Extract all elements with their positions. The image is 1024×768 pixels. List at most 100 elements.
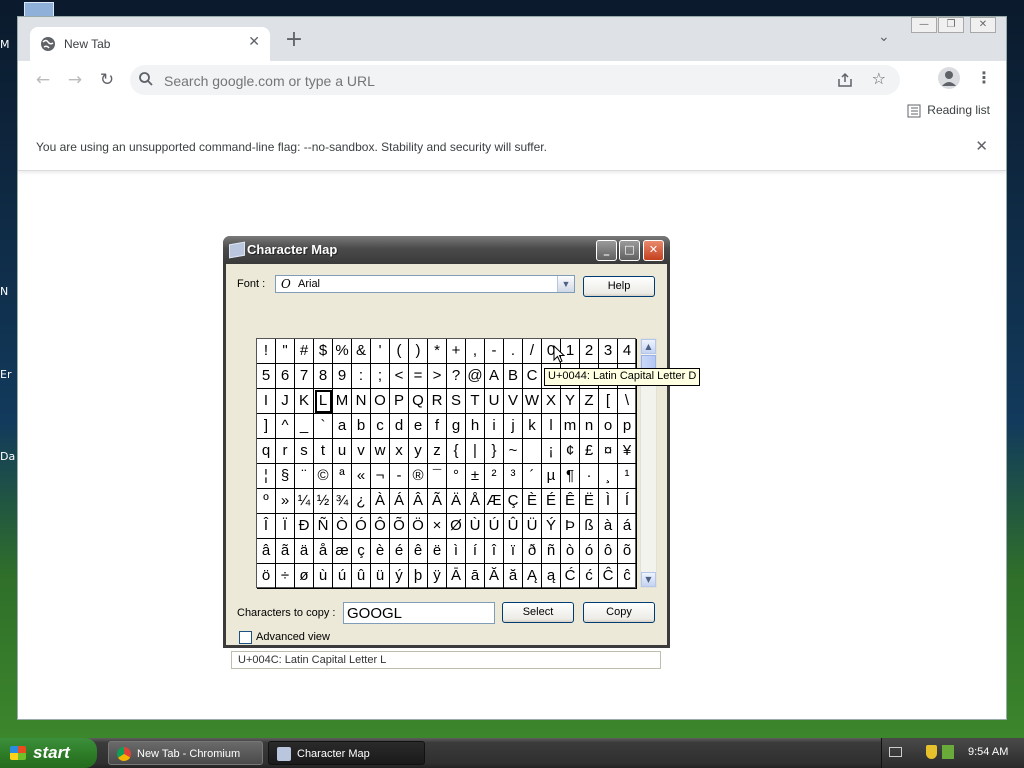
char-cell[interactable]: } — [485, 439, 504, 464]
char-cell[interactable]: ĉ — [618, 564, 637, 589]
char-cell[interactable]: Ć — [561, 564, 580, 589]
char-cell[interactable]: r — [276, 439, 295, 464]
char-cell[interactable]: ~ — [504, 439, 523, 464]
char-cell[interactable]: f — [428, 414, 447, 439]
char-cell[interactable]: ó — [580, 539, 599, 564]
char-cell[interactable]: Z — [580, 389, 599, 414]
char-cell[interactable]: M — [333, 389, 352, 414]
char-cell[interactable]: c — [371, 414, 390, 439]
char-cell[interactable]: K — [295, 389, 314, 414]
char-cell[interactable]: § — [276, 464, 295, 489]
select-button[interactable]: Select — [502, 602, 574, 623]
char-cell[interactable]: w — [371, 439, 390, 464]
char-cell[interactable]: W — [523, 389, 542, 414]
scroll-down-icon[interactable]: ▼ — [641, 572, 656, 587]
close-tab-icon[interactable]: ✕ — [248, 34, 260, 50]
char-cell[interactable]: y — [409, 439, 428, 464]
char-cell[interactable]: _ — [295, 414, 314, 439]
char-cell[interactable]: A — [485, 364, 504, 389]
char-cell[interactable]: e — [409, 414, 428, 439]
char-cell[interactable]: ¥ — [618, 439, 637, 464]
char-cell[interactable]: ç — [352, 539, 371, 564]
char-cell[interactable]: ð — [523, 539, 542, 564]
keyboard-icon[interactable] — [889, 747, 902, 757]
charmap-minimize-button[interactable]: _ — [596, 240, 617, 261]
char-cell[interactable]: o — [599, 414, 618, 439]
char-cell[interactable]: : — [352, 364, 371, 389]
desktop-icon-label[interactable]: Er — [0, 368, 18, 381]
char-cell[interactable]: 2 — [580, 339, 599, 364]
scroll-up-icon[interactable]: ▲ — [641, 339, 656, 354]
char-cell[interactable]: % — [333, 339, 352, 364]
char-cell[interactable]: ¯ — [428, 464, 447, 489]
desktop-icon-label[interactable]: N — [0, 285, 18, 298]
char-cell[interactable]: Ñ — [314, 514, 333, 539]
char-cell[interactable]: - — [390, 464, 409, 489]
char-cell[interactable]: Ý — [542, 514, 561, 539]
char-cell[interactable]: ¶ — [561, 464, 580, 489]
desktop-icon-label[interactable]: M — [0, 38, 18, 51]
char-cell[interactable]: i — [485, 414, 504, 439]
char-cell[interactable]: ê — [409, 539, 428, 564]
char-cell[interactable]: & — [352, 339, 371, 364]
char-cell[interactable]: ) — [409, 339, 428, 364]
profile-avatar[interactable] — [938, 67, 960, 89]
char-cell[interactable]: þ — [409, 564, 428, 589]
char-cell[interactable]: u — [333, 439, 352, 464]
char-cell[interactable]: á — [618, 514, 637, 539]
char-cell[interactable]: ă — [504, 564, 523, 589]
char-cell[interactable]: í — [466, 539, 485, 564]
char-cell[interactable]: é — [390, 539, 409, 564]
char-cell[interactable]: Q — [409, 389, 428, 414]
close-window-button[interactable]: ✕ — [970, 17, 996, 33]
char-cell[interactable]: ¤ — [599, 439, 618, 464]
charmap-close-button[interactable]: ✕ — [643, 240, 664, 261]
char-cell[interactable]: è — [371, 539, 390, 564]
char-cell[interactable]: « — [352, 464, 371, 489]
char-cell[interactable]: Î — [257, 514, 276, 539]
char-cell[interactable]: Ê — [561, 489, 580, 514]
char-cell[interactable]: Ì — [599, 489, 618, 514]
char-cell[interactable]: k — [523, 414, 542, 439]
security-shield-icon[interactable] — [926, 745, 937, 759]
char-cell[interactable]: 6 — [276, 364, 295, 389]
char-cell[interactable]: Ç — [504, 489, 523, 514]
char-cell[interactable]: { — [447, 439, 466, 464]
char-cell[interactable]: Ô — [371, 514, 390, 539]
char-cell[interactable]: ¡ — [542, 439, 561, 464]
char-cell[interactable]: Ö — [409, 514, 428, 539]
tab-new-tab[interactable]: New Tab ✕ — [30, 27, 270, 61]
char-cell[interactable]: å — [314, 539, 333, 564]
char-cell[interactable]: ï — [504, 539, 523, 564]
char-cell[interactable]: , — [466, 339, 485, 364]
font-select[interactable]: O Arial ▼ — [275, 275, 575, 293]
char-cell[interactable]: ( — [390, 339, 409, 364]
char-cell[interactable]: m — [561, 414, 580, 439]
char-cell[interactable]: L — [314, 389, 333, 414]
char-cell[interactable]: » — [276, 489, 295, 514]
desktop-icon-label[interactable]: Da — [0, 450, 18, 463]
advanced-view-checkbox[interactable] — [239, 631, 252, 644]
char-cell[interactable]: Ĉ — [599, 564, 618, 589]
char-cell[interactable]: Ó — [352, 514, 371, 539]
char-cell[interactable] — [523, 439, 542, 464]
char-cell[interactable]: 3 — [599, 339, 618, 364]
char-cell[interactable]: V — [504, 389, 523, 414]
char-cell[interactable]: È — [523, 489, 542, 514]
back-button[interactable]: ← — [32, 69, 54, 91]
char-cell[interactable]: ¢ — [561, 439, 580, 464]
char-cell[interactable]: æ — [333, 539, 352, 564]
char-cell[interactable]: Í — [618, 489, 637, 514]
char-cell[interactable]: ã — [276, 539, 295, 564]
char-cell[interactable]: R — [428, 389, 447, 414]
char-cell[interactable]: ¼ — [295, 489, 314, 514]
char-cell[interactable]: J — [276, 389, 295, 414]
char-cell[interactable]: - — [485, 339, 504, 364]
omnibox[interactable]: ☆ — [130, 65, 900, 95]
char-cell[interactable]: ¹ — [618, 464, 637, 489]
char-cell[interactable]: 9 — [333, 364, 352, 389]
characters-to-copy-input[interactable] — [343, 602, 495, 624]
char-cell[interactable]: / — [523, 339, 542, 364]
char-cell[interactable]: ¦ — [257, 464, 276, 489]
char-cell[interactable]: ¸ — [599, 464, 618, 489]
